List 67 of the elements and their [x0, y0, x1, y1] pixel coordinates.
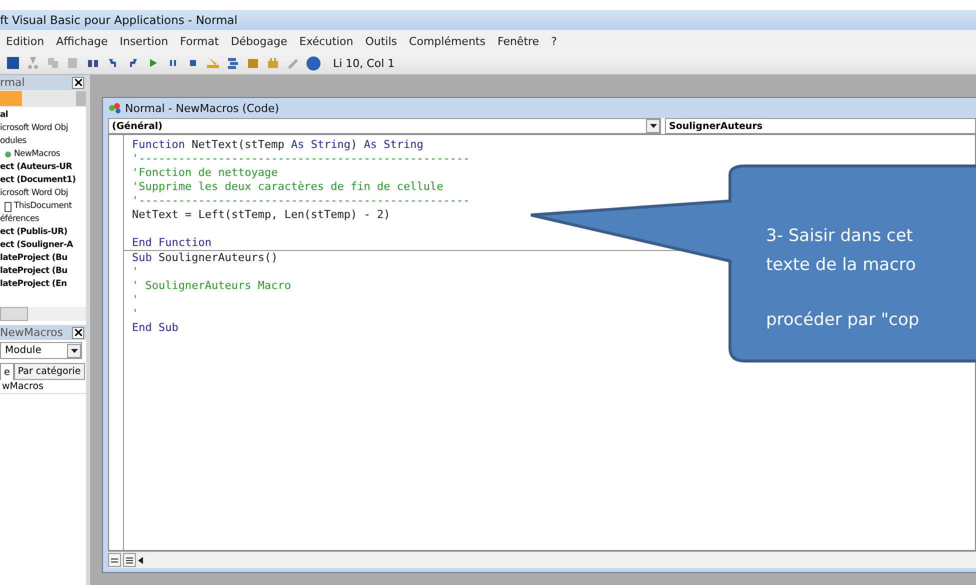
code-window-title: Normal - NewMacros (Code) [125, 102, 280, 114]
tree-item[interactable]: odules [0, 135, 26, 148]
object-combo[interactable]: (Général) [108, 118, 661, 134]
code-line: 'Fonction de nettoyage [132, 166, 278, 180]
object-dropdown[interactable]: Module [0, 342, 82, 359]
menu-item[interactable]: Débogage [224, 34, 294, 48]
cursor-position: Li 10, Col 1 [332, 56, 396, 72]
code-line: ' SoulignerAuteurs Macro [132, 279, 291, 293]
procedure-combo[interactable]: SoulignerAuteurs [665, 118, 976, 134]
callout-text: texte de la macro [766, 254, 916, 277]
panel-header: NewMacros [0, 325, 86, 340]
properties-tab[interactable]: Par catégorie [14, 363, 85, 380]
tree-item[interactable]: NewMacros [0, 148, 60, 161]
module-icon [4, 150, 12, 159]
menu-item[interactable]: Affichage [50, 34, 114, 48]
callout-text: 3- Saisir dans cet [766, 225, 913, 248]
code-line: ' [132, 293, 139, 307]
code-line: Function NetText(stTemp As String) As String [132, 138, 424, 152]
code-line: End Sub [132, 321, 178, 335]
caret-icon [650, 124, 656, 128]
close-icon [74, 329, 82, 336]
properties-tab[interactable]: e [0, 363, 14, 380]
code-line: End Function [132, 236, 212, 250]
tree-item[interactable]: lateProject (En [0, 278, 67, 291]
lines-icon [126, 556, 133, 564]
property-row[interactable]: wMacros [0, 380, 86, 394]
code-line: ' [132, 307, 139, 321]
tree-item[interactable]: lateProject (Bu [0, 265, 68, 278]
menu-item[interactable]: Fenêtre [491, 34, 546, 48]
tree-item[interactable]: icrosoft Word Obj [0, 187, 68, 200]
code-window-icon [108, 102, 122, 114]
lines-icon [111, 558, 118, 562]
code-line: Sub SoulignerAuteurs() [132, 251, 278, 265]
scroll-left-icon[interactable] [138, 556, 144, 564]
tree-item[interactable]: ect (Publis-UR) [0, 226, 68, 239]
menu-item[interactable]: Outils [359, 34, 404, 48]
scrollbar-thumb[interactable] [0, 307, 28, 321]
menu-item[interactable]: Compléments [403, 34, 492, 48]
menu-item[interactable]: Format [174, 34, 225, 48]
menu-item[interactable]: Insertion [114, 34, 174, 48]
code-line: '-------------------------------------------------- [132, 152, 470, 166]
module-view-button[interactable] [123, 553, 136, 567]
code-line: NetText = Left(stTemp, Len(stTemp) - 2) [132, 208, 390, 222]
menu-item[interactable]: ? [545, 34, 563, 48]
save-icon[interactable] [6, 56, 20, 70]
callout-text: procéder par "cop [766, 309, 920, 332]
panel-header: rmal [0, 75, 86, 90]
document-icon [4, 202, 12, 212]
tree-item[interactable]: ect (Souligner-A [0, 239, 73, 252]
tree-item[interactable]: al [0, 109, 8, 122]
tree-item[interactable]: ThisDocument [0, 200, 72, 213]
tree-item[interactable]: ect (Auteurs-UR [0, 161, 72, 174]
close-icon [74, 79, 82, 86]
code-line: 'Supprime les deux caractères de fin de cellule [132, 180, 444, 194]
menu-item[interactable]: Exécution [293, 34, 360, 48]
close-button[interactable] [72, 76, 84, 88]
window-title: ft Visual Basic pour Applications - Normal [0, 10, 976, 30]
tree-item[interactable]: icrosoft Word Obj [0, 122, 68, 135]
tree-item[interactable]: lateProject (Bu [0, 252, 68, 265]
procedure-view-button[interactable] [108, 553, 121, 567]
code-line: ' [132, 265, 139, 279]
close-button[interactable] [72, 326, 84, 338]
tree-item[interactable]: éférences [0, 213, 40, 226]
caret-icon [70, 348, 78, 352]
tree-item[interactable]: ect (Document1) [0, 174, 76, 187]
code-line: '-------------------------------------------------- [132, 194, 470, 208]
menu-item[interactable]: Edition [0, 34, 50, 48]
